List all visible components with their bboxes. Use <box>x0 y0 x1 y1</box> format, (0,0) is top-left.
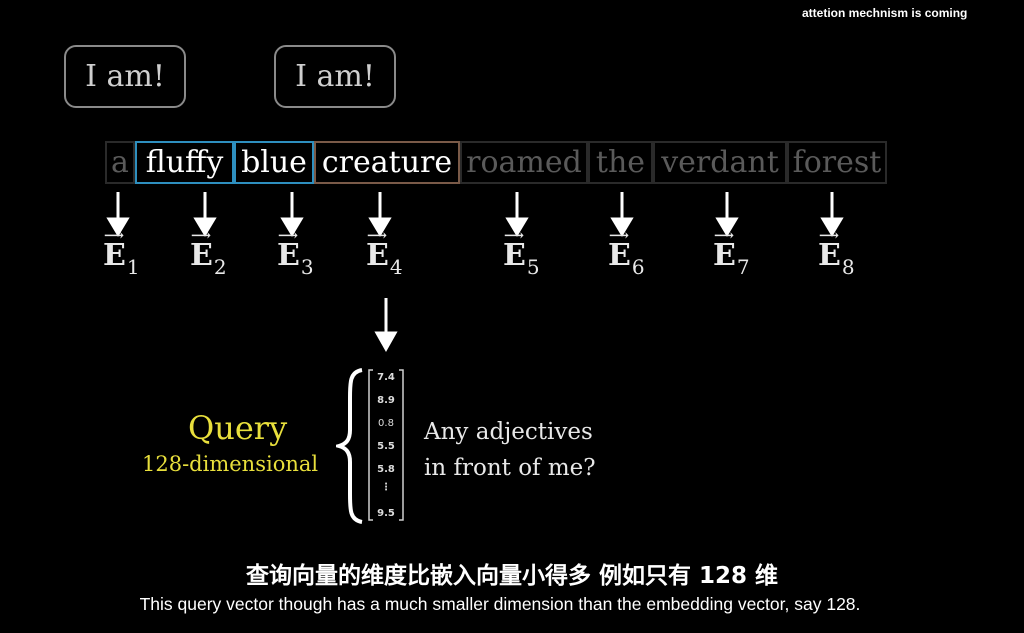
vector-value: 5.5 <box>377 441 395 452</box>
vector-value: 8.9 <box>377 395 395 406</box>
curly-brace-icon <box>336 368 363 524</box>
vector-arrow-icon: ⟶ <box>714 228 735 244</box>
embedding-e4: ⟶ E4 <box>366 228 403 279</box>
vector-ellipsis: ⋮ <box>381 482 391 493</box>
subtitle-chinese: 查询向量的维度比嵌入向量小得多 例如只有 128 维 <box>245 563 779 589</box>
query-vector: 7.4 8.9 0.8 5.5 5.8 ⋮ 9.5 <box>367 368 405 521</box>
embedding-e6: ⟶ E6 <box>608 228 645 279</box>
vector-arrow-icon: ⟶ <box>367 228 388 244</box>
down-arrow-icon <box>374 331 398 353</box>
embedding-e7: ⟶ E7 <box>713 228 750 279</box>
embedding-e3: ⟶ E3 <box>277 228 314 279</box>
arrows-group <box>106 192 844 353</box>
embedding-e1: ⟶ E1 <box>103 228 140 279</box>
vector-arrow-icon: ⟶ <box>104 228 125 244</box>
vector-value: 7.4 <box>377 372 395 383</box>
vector-value: 5.8 <box>377 464 395 475</box>
vector-arrow-icon: ⟶ <box>278 228 299 244</box>
query-question: Any adjectives in front of me? <box>424 419 596 481</box>
vector-value: 9.5 <box>377 508 395 519</box>
query-label: Query <box>188 409 288 447</box>
subtitle-english: This query vector though has a much smal… <box>139 594 861 614</box>
embedding-e2: ⟶ E2 <box>190 228 227 279</box>
vector-value: 0.8 <box>378 418 394 429</box>
vector-arrow-icon: ⟶ <box>504 228 525 244</box>
embedding-e5: ⟶ E5 <box>503 228 540 279</box>
vector-arrow-icon: ⟶ <box>819 228 840 244</box>
vector-arrow-icon: ⟶ <box>609 228 630 244</box>
query-dimension-label: 128-dimensional <box>142 452 319 476</box>
embedding-e8: ⟶ E8 <box>818 228 855 279</box>
vector-arrow-icon: ⟶ <box>191 228 212 244</box>
